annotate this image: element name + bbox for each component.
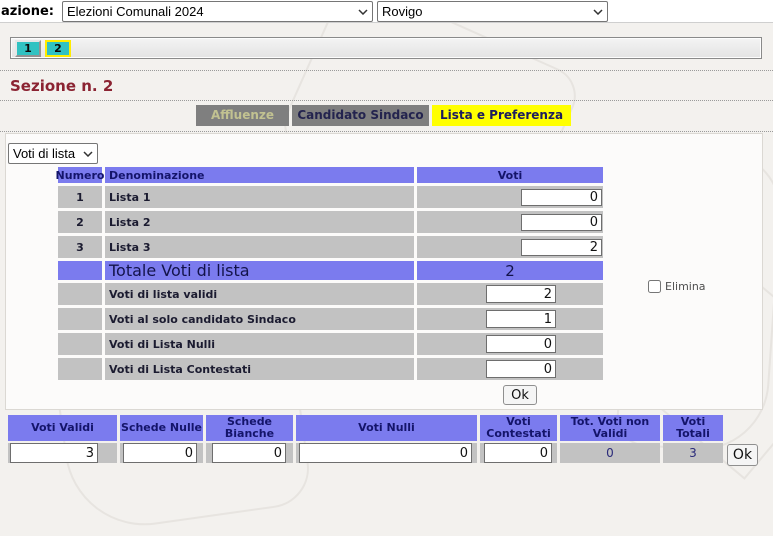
selection-label: azione:: [1, 4, 54, 19]
row-number: 2: [58, 211, 102, 233]
row-list-name: Lista 1: [105, 186, 414, 208]
header-schede-bianche: Schede Bianche: [206, 415, 293, 441]
row-list-name: Lista 2: [105, 211, 414, 233]
elimina-field: Elimina: [648, 280, 706, 293]
divider-line: [0, 100, 773, 101]
ok-button-lista[interactable]: Ok: [503, 385, 537, 405]
table-row: 3 Lista 3: [58, 236, 603, 258]
summary-spacer-cell: [58, 308, 102, 330]
totale-row: Totale Voti di lista 2: [58, 261, 603, 280]
ok-button-totals[interactable]: Ok: [727, 444, 758, 466]
header-voti-validi: Voti Validi: [8, 415, 117, 441]
header-voti-contestati: Voti Contestati: [480, 415, 557, 441]
divider-line: [0, 70, 773, 71]
municipality-select-wrap: Rovigo: [377, 1, 608, 22]
summary-spacer-cell: [58, 358, 102, 380]
summary-row: Voti al solo candidato Sindaco: [58, 308, 603, 330]
row-number: 1: [58, 186, 102, 208]
municipality-select[interactable]: Rovigo: [377, 1, 608, 22]
view-type-select[interactable]: Voti di lista: [8, 143, 98, 164]
table-header-row: Numero Denominazione Voti: [58, 167, 603, 183]
election-select-wrap: Elezioni Comunali 2024: [62, 1, 373, 22]
elimina-checkbox[interactable]: [648, 280, 661, 293]
election-select[interactable]: Elezioni Comunali 2024: [62, 1, 373, 22]
header-numero: Numero: [58, 167, 102, 183]
header-voti-totali: Voti Totali: [663, 415, 723, 441]
voti-contestati-input[interactable]: [484, 443, 552, 463]
voti-validi-input[interactable]: [10, 443, 98, 463]
tab-affluenze[interactable]: Affluenze: [196, 105, 289, 126]
summary-votes-cell: [417, 358, 603, 380]
schede-bianche-input[interactable]: [212, 443, 286, 463]
table-row: 2 Lista 2: [58, 211, 603, 233]
top-bar: azione: Elezioni Comunali 2024 Rovigo: [0, 0, 773, 23]
tab-candidato-sindaco[interactable]: Candidato Sindaco: [292, 105, 429, 126]
voti-lista-validi-input[interactable]: [486, 285, 556, 303]
lista3-voti-input[interactable]: [521, 239, 602, 256]
summary-votes-cell: [417, 308, 603, 330]
cell-voti-nulli: [296, 443, 477, 463]
totale-label: Totale Voti di lista: [105, 261, 414, 280]
lista-votes-table: Numero Denominazione Voti 1 Lista 1 2 Li…: [58, 167, 603, 383]
header-voti-nulli: Voti Nulli: [296, 415, 477, 441]
tab-lista-e-preferenza[interactable]: Lista e Preferenza: [432, 105, 571, 126]
view-select-wrap: Voti di lista: [8, 143, 98, 164]
cell-schede-nulle: [120, 443, 203, 463]
header-tot-voti-non-validi: Tot. Voti non Validi: [560, 415, 660, 441]
cell-tot-voti-non-validi: 0: [560, 443, 660, 463]
section-button-1[interactable]: 1: [15, 40, 41, 57]
summary-row: Voti di Lista Contestati: [58, 358, 603, 380]
totale-value: 2: [417, 261, 603, 280]
summary-spacer-cell: [58, 333, 102, 355]
summary-votes-cell: [417, 283, 603, 305]
cell-voti-contestati: [480, 443, 557, 463]
header-denominazione: Denominazione: [105, 167, 414, 183]
elimina-label: Elimina: [665, 280, 706, 293]
divider-line: [0, 131, 773, 132]
header-schede-nulle: Schede Nulle: [120, 415, 203, 441]
row-number: 3: [58, 236, 102, 258]
row-votes-cell: [417, 211, 603, 233]
cell-voti-totali: 3: [663, 443, 723, 463]
schede-nulle-input[interactable]: [123, 443, 197, 463]
lista2-voti-input[interactable]: [521, 214, 602, 231]
voti-lista-nulli-input[interactable]: [486, 335, 556, 353]
row-votes-cell: [417, 186, 603, 208]
summary-spacer-cell: [58, 283, 102, 305]
page-title: Sezione n. 2: [10, 77, 113, 95]
voti-lista-contestati-input[interactable]: [486, 360, 556, 378]
totals-table: Voti Validi Schede Nulle Schede Bianche …: [8, 415, 723, 463]
row-list-name: Lista 3: [105, 236, 414, 258]
table-row: 1 Lista 1: [58, 186, 603, 208]
row-votes-cell: [417, 236, 603, 258]
lista1-voti-input[interactable]: [521, 189, 602, 206]
summary-label: Voti di Lista Nulli: [105, 333, 414, 355]
summary-row: Voti di lista validi: [58, 283, 603, 305]
summary-votes-cell: [417, 333, 603, 355]
summary-label: Voti di Lista Contestati: [105, 358, 414, 380]
voti-solo-sindaco-input[interactable]: [486, 310, 556, 328]
cell-voti-validi: [8, 443, 117, 463]
totale-spacer-cell: [58, 261, 102, 280]
cell-schede-bianche: [206, 443, 293, 463]
header-voti: Voti: [417, 167, 603, 183]
section-button-2-selected[interactable]: 2: [45, 40, 71, 57]
summary-label: Voti al solo candidato Sindaco: [105, 308, 414, 330]
section-nav-bar: 1 2: [10, 37, 762, 59]
summary-row: Voti di Lista Nulli: [58, 333, 603, 355]
voti-nulli-input[interactable]: [299, 443, 472, 463]
summary-label: Voti di lista validi: [105, 283, 414, 305]
